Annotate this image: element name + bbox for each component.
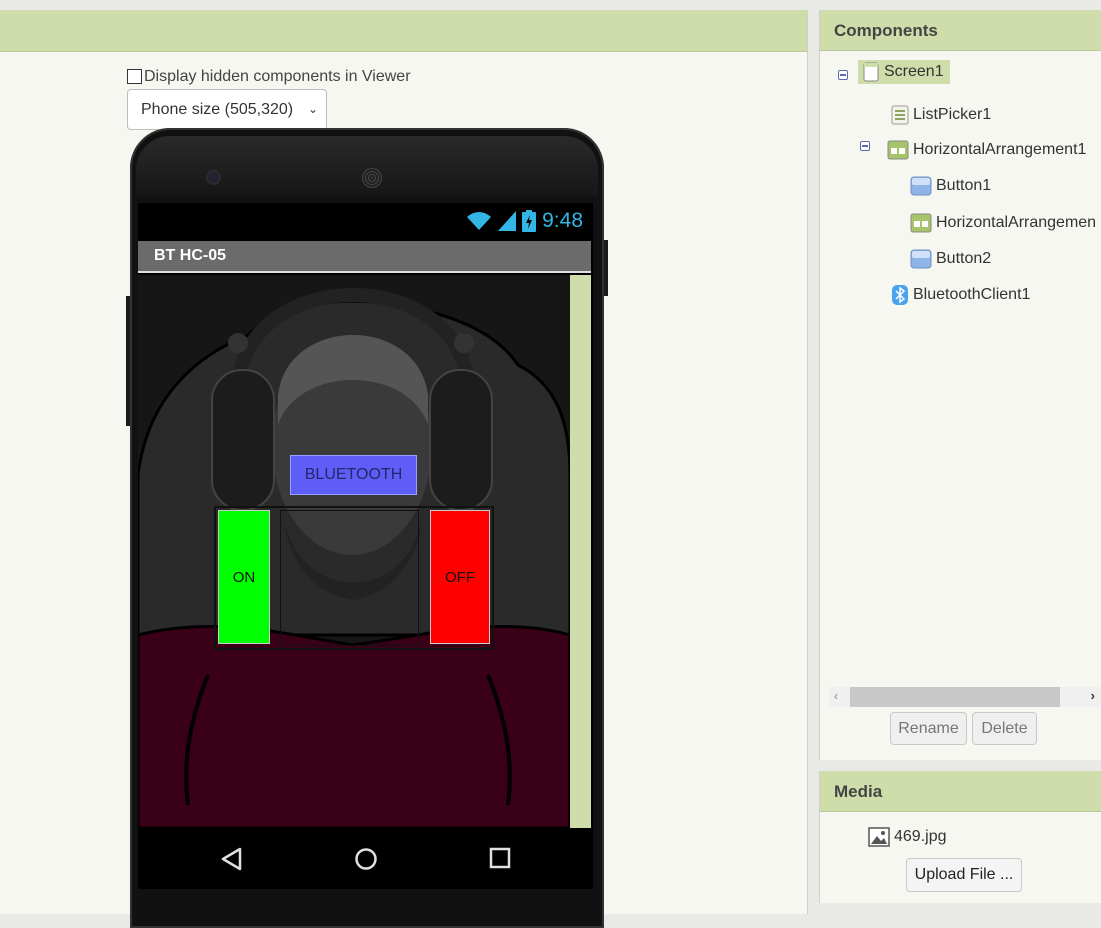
media-panel: Media 469.jpg Upload File ... bbox=[819, 771, 1101, 903]
status-time: 9:48 bbox=[542, 209, 583, 232]
tree-item-label: ListPicker1 bbox=[913, 106, 992, 123]
rename-button[interactable]: Rename bbox=[890, 712, 967, 745]
collapse-screen1-toggle[interactable] bbox=[838, 70, 848, 80]
off-button-label: OFF bbox=[445, 568, 475, 586]
status-bar: 9:48 bbox=[138, 203, 593, 240]
recents-icon[interactable] bbox=[489, 847, 511, 869]
app-title-bar: BT HC-05 bbox=[138, 241, 591, 273]
button-icon bbox=[910, 249, 932, 269]
phone-mockup: 9:48 BT HC-05 BLUETOOTH ON OFF bbox=[126, 128, 608, 928]
tree-item-label: BluetoothClient1 bbox=[913, 286, 1031, 303]
collapse-harr1-toggle[interactable] bbox=[860, 141, 870, 151]
tree-item-label: Button2 bbox=[936, 250, 992, 267]
on-button[interactable]: ON bbox=[218, 510, 270, 644]
phone-size-select[interactable]: Phone size (505,320) ⌄ bbox=[127, 89, 327, 130]
display-hidden-label: Display hidden components in Viewer bbox=[144, 68, 411, 85]
speaker-icon bbox=[362, 168, 382, 188]
delete-button[interactable]: Delete bbox=[972, 712, 1037, 745]
camera-icon bbox=[208, 172, 219, 183]
bluetooth-button[interactable]: BLUETOOTH bbox=[290, 455, 417, 495]
delete-button-label: Delete bbox=[981, 719, 1028, 737]
phone-size-value: Phone size (505,320) bbox=[141, 100, 294, 118]
scroll-right-icon[interactable]: › bbox=[1091, 688, 1095, 703]
tree-item-label: Button1 bbox=[936, 177, 992, 194]
tree-item-bluetoothclient1[interactable]: BluetoothClient1 bbox=[891, 285, 1030, 305]
components-horizontal-scrollbar[interactable]: ‹ › bbox=[829, 687, 1101, 707]
tree-item-button1[interactable]: Button1 bbox=[910, 176, 991, 196]
off-button[interactable]: OFF bbox=[430, 510, 490, 644]
phone-power-button bbox=[604, 240, 608, 296]
bluetooth-button-label: BLUETOOTH bbox=[304, 466, 403, 483]
tree-item-horizontalarrangement1[interactable]: HorizontalArrangement1 bbox=[887, 140, 1086, 160]
app-scrollbar[interactable] bbox=[570, 275, 591, 828]
components-title: Components bbox=[834, 21, 938, 40]
media-file-item[interactable]: 469.jpg bbox=[868, 827, 947, 847]
back-icon[interactable] bbox=[220, 847, 242, 871]
scrollbar-thumb[interactable] bbox=[850, 687, 1060, 707]
image-file-icon bbox=[868, 827, 890, 847]
phone-top-bezel bbox=[136, 136, 598, 196]
upload-file-button[interactable]: Upload File ... bbox=[906, 858, 1022, 892]
display-hidden-checkbox[interactable] bbox=[127, 68, 142, 84]
bluetooth-icon bbox=[892, 285, 908, 305]
components-panel: Components Screen1 ListPicker1 Horizonta… bbox=[819, 10, 1101, 760]
tree-item-horizontalarrangement2[interactable]: HorizontalArrangemen bbox=[910, 213, 1096, 233]
inner-horizontal-arrangement bbox=[280, 510, 419, 646]
media-header: Media bbox=[820, 771, 1101, 812]
media-file-label: 469.jpg bbox=[894, 828, 947, 845]
signal-icon bbox=[498, 211, 517, 231]
scroll-left-icon[interactable]: ‹ bbox=[834, 689, 838, 703]
viewer-header bbox=[0, 10, 807, 52]
app-background-image: BLUETOOTH ON OFF bbox=[138, 275, 570, 828]
screen-icon bbox=[863, 62, 879, 82]
tree-item-listpicker1[interactable]: ListPicker1 bbox=[891, 105, 991, 125]
display-hidden-row[interactable]: Display hidden components in Viewer bbox=[127, 68, 411, 86]
upload-file-label: Upload File ... bbox=[914, 866, 1014, 883]
tree-item-label: HorizontalArrangemen bbox=[936, 214, 1097, 231]
components-header: Components bbox=[820, 10, 1101, 51]
home-icon[interactable] bbox=[354, 847, 378, 871]
button-icon bbox=[910, 176, 932, 196]
app-title: BT HC-05 bbox=[154, 247, 227, 264]
listpicker-icon bbox=[891, 105, 909, 125]
media-title: Media bbox=[834, 782, 883, 801]
phone-volume-button bbox=[126, 296, 130, 426]
horizontal-arrangement: ON OFF bbox=[214, 506, 494, 650]
rename-button-label: Rename bbox=[898, 719, 959, 737]
phone-screen: 9:48 BT HC-05 BLUETOOTH ON OFF bbox=[138, 203, 593, 889]
chevron-down-icon: ⌄ bbox=[307, 102, 318, 116]
tree-item-screen1[interactable]: Screen1 bbox=[858, 60, 950, 84]
wifi-icon bbox=[467, 212, 492, 230]
on-button-label: ON bbox=[232, 568, 256, 586]
arrangement-icon bbox=[910, 213, 932, 233]
tree-item-label: Screen1 bbox=[884, 63, 944, 80]
arrangement-icon bbox=[887, 140, 909, 160]
tree-item-button2[interactable]: Button2 bbox=[910, 249, 991, 269]
tree-item-label: HorizontalArrangement1 bbox=[913, 141, 1087, 158]
nav-bar bbox=[138, 829, 593, 889]
battery-icon bbox=[522, 210, 537, 232]
